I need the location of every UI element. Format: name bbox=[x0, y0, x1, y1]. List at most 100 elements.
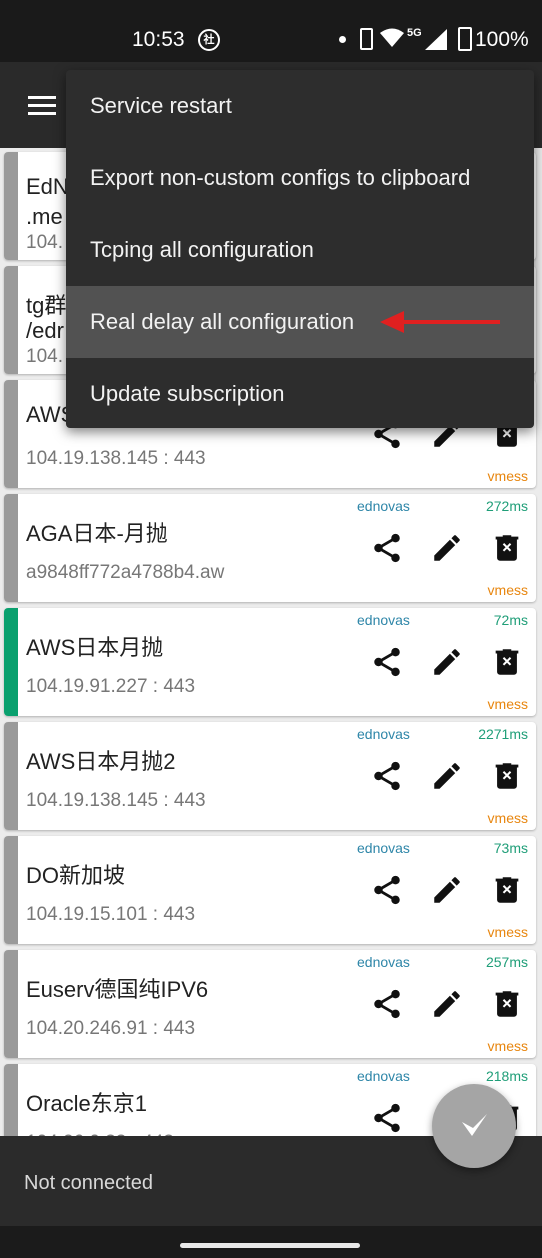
server-name: Euserv德国纯IPV6 bbox=[26, 977, 209, 1002]
edit-button[interactable] bbox=[430, 531, 464, 565]
status-time: 10:53 bbox=[132, 28, 185, 51]
server-name: DO新加坡 bbox=[26, 863, 126, 888]
server-type: vmess bbox=[487, 696, 528, 712]
server-delay: 72ms bbox=[493, 612, 528, 628]
menu-item-service-restart[interactable]: Service restart bbox=[66, 70, 534, 142]
server-name: AWS日本月抛2 bbox=[26, 749, 176, 774]
delete-button[interactable] bbox=[490, 531, 524, 565]
wifi-icon bbox=[380, 28, 404, 47]
server-status-indicator bbox=[4, 494, 18, 602]
notification-app-icon: 社 bbox=[198, 29, 220, 51]
delete-icon bbox=[495, 877, 519, 903]
share-button[interactable] bbox=[370, 873, 404, 907]
server-subscription: ednovas bbox=[357, 954, 410, 970]
server-status-indicator bbox=[4, 608, 18, 716]
notification-dot-icon bbox=[339, 36, 346, 43]
connect-fab[interactable] bbox=[432, 1084, 516, 1168]
server-delay: 218ms bbox=[485, 1068, 528, 1084]
server-delay: 2271ms bbox=[478, 726, 528, 742]
server-card[interactable]: DO新加坡 104.19.15.101 : 443 ednovas 73ms vmess bbox=[4, 836, 536, 944]
server-status-indicator bbox=[4, 380, 18, 488]
server-type: vmess bbox=[487, 468, 528, 484]
menu-icon[interactable] bbox=[28, 96, 56, 116]
server-status-indicator bbox=[4, 266, 18, 374]
server-card[interactable]: AGA日本-月抛 a9848ff772a4788b4.aw ednovas 272ms… bbox=[4, 494, 536, 602]
edit-icon bbox=[434, 535, 460, 561]
share-button[interactable] bbox=[370, 645, 404, 679]
edit-icon bbox=[434, 649, 460, 675]
server-subscription: ednovas bbox=[357, 498, 410, 514]
red-arrow-annotation bbox=[380, 311, 500, 333]
signal-icon bbox=[425, 29, 447, 50]
server-subscription: ednovas bbox=[357, 840, 410, 856]
share-button[interactable] bbox=[370, 987, 404, 1021]
server-name: AGA日本-月抛 bbox=[26, 521, 168, 546]
server-delay: 73ms bbox=[493, 840, 528, 856]
menu-item-export-non-custom-configs-to-clipboard[interactable]: Export non-custom configs to clipboard bbox=[66, 142, 534, 214]
battery-icon bbox=[458, 27, 472, 51]
server-subscription: ednovas bbox=[357, 1068, 410, 1084]
gesture-handle[interactable] bbox=[180, 1243, 360, 1248]
server-status-indicator bbox=[4, 722, 18, 830]
edit-button[interactable] bbox=[430, 759, 464, 793]
connection-status: Not connected bbox=[24, 1172, 153, 1194]
server-name-line2: /edr bbox=[26, 318, 64, 343]
edit-icon bbox=[434, 877, 460, 903]
share-icon bbox=[374, 1103, 400, 1133]
server-address: 104. bbox=[26, 346, 63, 367]
server-address: 104.19.138.145 : 443 bbox=[26, 448, 206, 469]
server-subscription: ednovas bbox=[357, 726, 410, 742]
edit-icon bbox=[434, 991, 460, 1017]
server-name-line2: .me bbox=[26, 204, 63, 229]
network-type-label: 5G bbox=[407, 27, 422, 39]
delete-button[interactable] bbox=[490, 645, 524, 679]
server-address: 104.19.15.101 : 443 bbox=[26, 904, 196, 925]
server-card[interactable]: AWS日本月抛2 104.19.138.145 : 443 ednovas 2271m… bbox=[4, 722, 536, 830]
server-status-indicator bbox=[4, 950, 18, 1058]
server-type: vmess bbox=[487, 582, 528, 598]
delete-icon bbox=[495, 649, 519, 675]
battery-percentage: 100% bbox=[475, 28, 529, 51]
server-name: tg群 bbox=[26, 293, 67, 318]
server-address: a9848ff772a4788b4.aw bbox=[26, 562, 225, 583]
server-address: 104.19.91.227 : 443 bbox=[26, 676, 196, 697]
server-status-indicator bbox=[4, 1064, 18, 1136]
server-status-indicator bbox=[4, 152, 18, 260]
server-type: vmess bbox=[487, 810, 528, 826]
server-card[interactable]: Euserv德国纯IPV6 104.20.246.91 : 443 ednovas 2… bbox=[4, 950, 536, 1058]
share-icon bbox=[374, 761, 400, 791]
server-name: Oracle东京1 bbox=[26, 1091, 148, 1116]
edit-icon bbox=[434, 763, 460, 789]
overflow-menu: Service restart Export non-custom configs… bbox=[66, 70, 534, 428]
delete-button[interactable] bbox=[490, 873, 524, 907]
menu-item-tcping-all-configuration[interactable]: Tcping all configuration bbox=[66, 214, 534, 286]
server-delay: 257ms bbox=[485, 954, 528, 970]
server-name: AWS日本月抛 bbox=[26, 635, 164, 660]
server-address: 104.20.246.91 : 443 bbox=[26, 1018, 196, 1039]
edit-button[interactable] bbox=[430, 987, 464, 1021]
edit-button[interactable] bbox=[430, 873, 464, 907]
server-subscription: ednovas bbox=[357, 612, 410, 628]
menu-item-update-subscription[interactable]: Update subscription bbox=[66, 358, 534, 430]
share-button[interactable] bbox=[370, 1101, 404, 1135]
server-name: EdN bbox=[26, 174, 69, 199]
delete-button[interactable] bbox=[490, 987, 524, 1021]
server-card[interactable]: AWS日本月抛 104.19.91.227 : 443 ednovas 72ms vme… bbox=[4, 608, 536, 716]
server-address: 104.19.138.145 : 443 bbox=[26, 790, 206, 811]
delete-icon bbox=[495, 763, 519, 789]
share-icon bbox=[374, 533, 400, 563]
share-button[interactable] bbox=[370, 759, 404, 793]
server-status-indicator bbox=[4, 836, 18, 944]
delete-button[interactable] bbox=[490, 759, 524, 793]
delete-icon bbox=[495, 535, 519, 561]
share-icon bbox=[374, 647, 400, 677]
server-delay: 272ms bbox=[485, 498, 528, 514]
server-address: 104. bbox=[26, 232, 63, 253]
share-icon bbox=[374, 875, 400, 905]
connect-icon bbox=[462, 1114, 487, 1136]
share-icon bbox=[374, 989, 400, 1019]
server-type: vmess bbox=[487, 1038, 528, 1054]
share-button[interactable] bbox=[370, 531, 404, 565]
edit-button[interactable] bbox=[430, 645, 464, 679]
navigation-bar bbox=[0, 1226, 542, 1258]
